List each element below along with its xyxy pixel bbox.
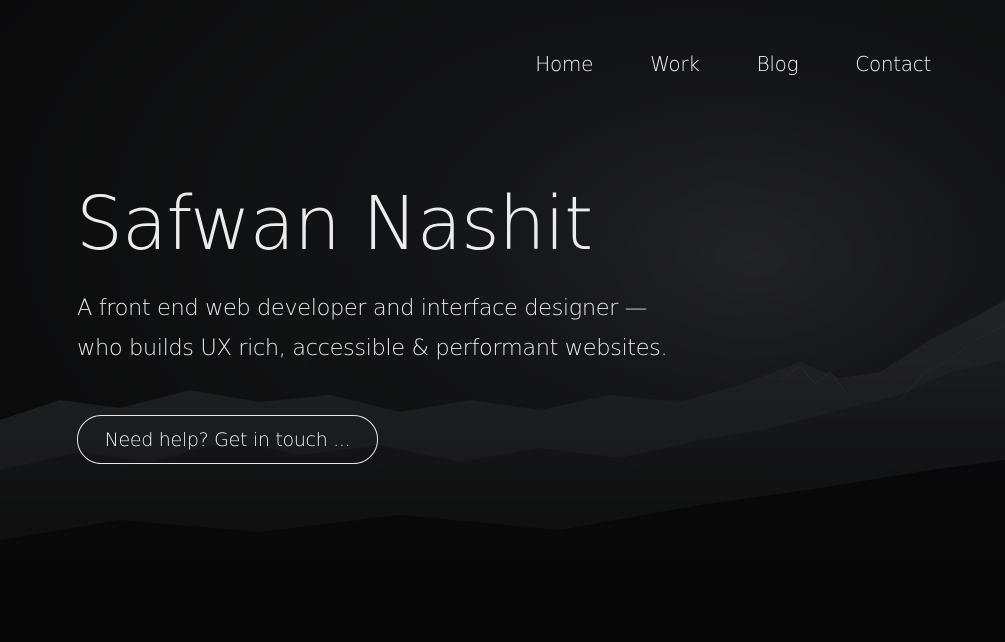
hero-subtitle-line-1: A front end web developer and interface …	[77, 295, 647, 321]
main-nav: Home Work Blog Contact	[478, 50, 931, 78]
nav-link-home[interactable]: Home	[535, 50, 593, 78]
hero-section: Home Work Blog Contact Safwan Nashit A f…	[0, 0, 1005, 642]
nav-link-contact[interactable]: Contact	[855, 50, 931, 78]
hero-subtitle: A front end web developer and interface …	[77, 288, 677, 368]
get-in-touch-button[interactable]: Need help? Get in touch ...	[77, 415, 378, 464]
hero-title: Safwan Nashit	[76, 181, 593, 267]
nav-link-blog[interactable]: Blog	[757, 50, 799, 78]
nav-link-work[interactable]: Work	[650, 50, 700, 78]
hero-subtitle-line-2: who builds UX rich, accessible & perform…	[77, 335, 668, 361]
